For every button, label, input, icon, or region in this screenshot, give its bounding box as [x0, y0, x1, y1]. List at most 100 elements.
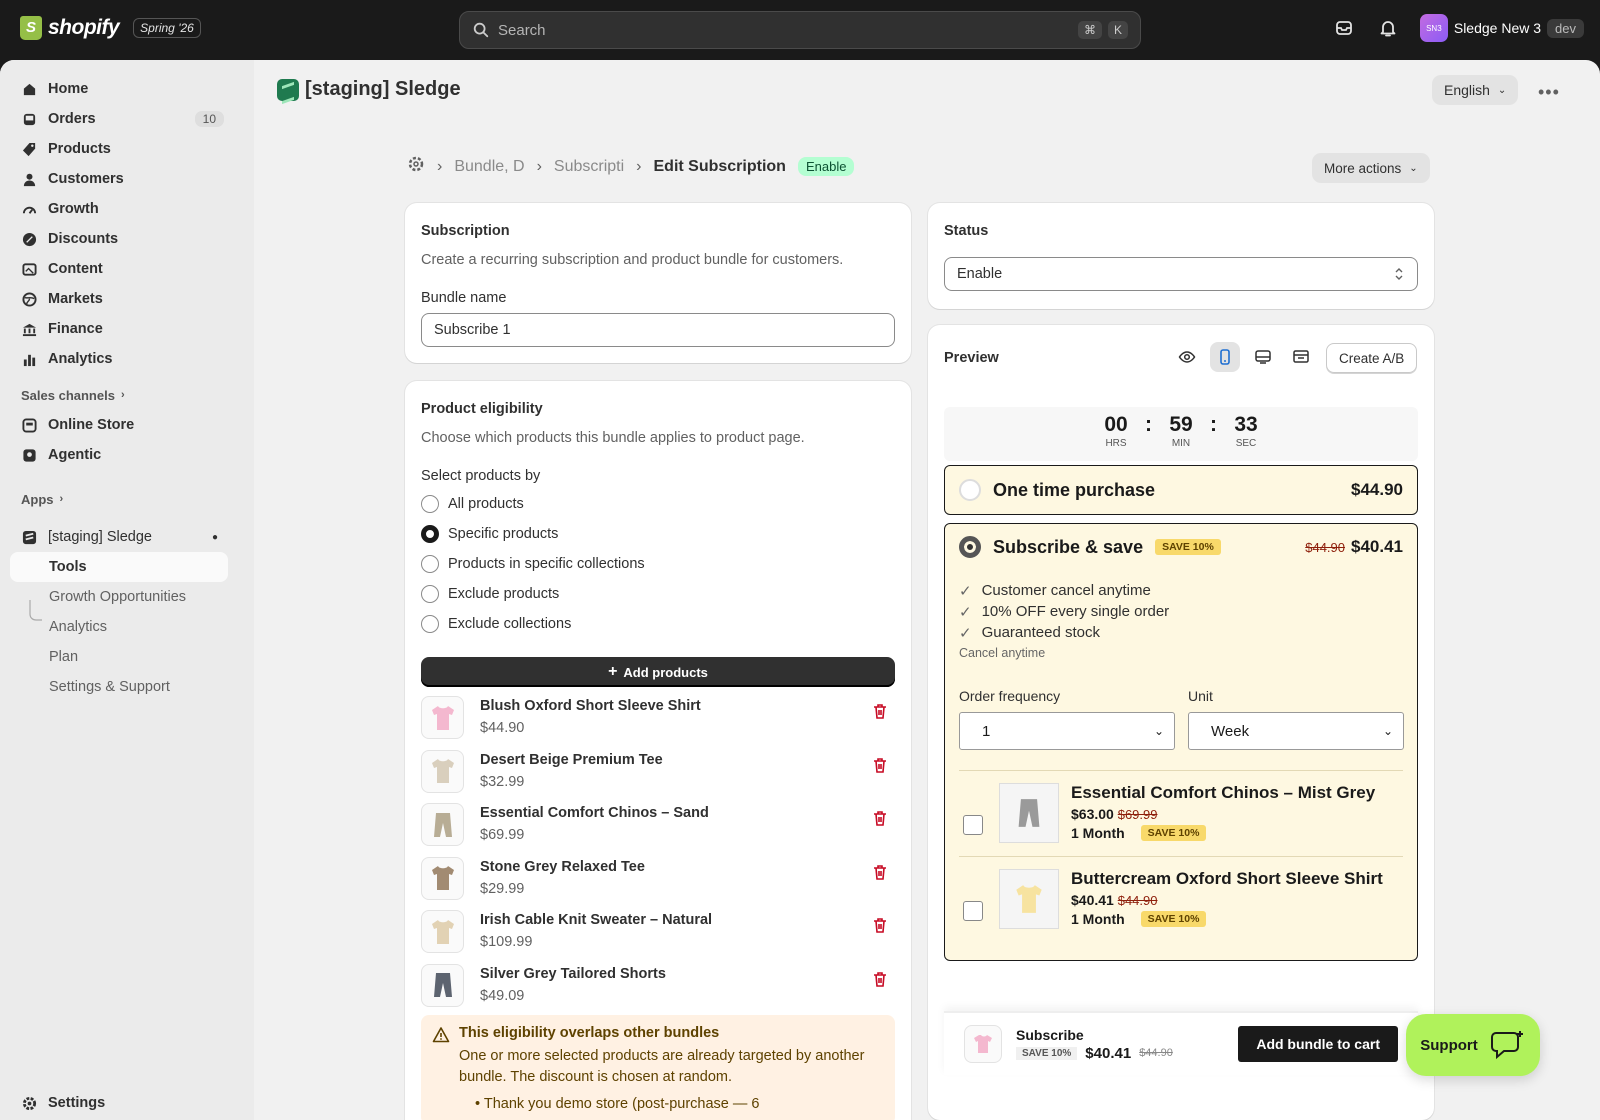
sidebar-sub-tools[interactable]: Tools — [10, 552, 228, 582]
delete-icon[interactable] — [871, 702, 889, 720]
upsell-checkbox[interactable] — [963, 815, 983, 835]
product-info: Essential Comfort Chinos – Sand $69.99 — [480, 803, 709, 843]
clothing-shape — [433, 812, 452, 837]
sledge-app-icon — [277, 78, 299, 101]
sidebar-item-content[interactable]: Content — [0, 254, 254, 284]
shopify-logo[interactable]: shopify Spring '26 — [20, 16, 201, 40]
more-actions-button[interactable]: More actions ⌄ — [1312, 153, 1430, 183]
subscribe-save-option[interactable]: Subscribe & save SAVE 10% $44.90 $40.41 … — [944, 523, 1418, 961]
radio-all-products[interactable]: All products — [421, 489, 645, 519]
sidebar-item-settings[interactable]: Settings — [0, 1088, 254, 1118]
radio-circle — [421, 585, 439, 603]
sidebar-item-agentic[interactable]: Agentic — [0, 440, 254, 470]
radio-exclude-collections[interactable]: Exclude collections — [421, 609, 645, 639]
clothing-icon — [431, 866, 454, 890]
radio-specific-collections[interactable]: Products in specific collections — [421, 549, 645, 579]
timer-minutes-value: 59 — [1169, 413, 1193, 436]
inbox-icon[interactable] — [1332, 16, 1356, 40]
sidebar-item-app[interactable]: [staging] Sledge ● — [0, 522, 254, 552]
delete-icon[interactable] — [871, 756, 889, 774]
search-bar[interactable]: Search ⌘ K — [459, 11, 1141, 49]
add-products-label: Add products — [623, 664, 708, 680]
sidebar-item-finance[interactable]: Finance — [0, 314, 254, 344]
radio-label: Specific products — [448, 526, 559, 542]
orders-icon — [21, 111, 37, 127]
product-price: $109.99 — [480, 934, 533, 950]
store-icon — [21, 417, 37, 433]
delete-icon[interactable] — [871, 916, 889, 934]
breadcrumb-bundle[interactable]: Bundle, D — [454, 158, 524, 176]
add-bundle-to-cart-button[interactable]: Add bundle to cart — [1238, 1026, 1398, 1062]
more-menu-icon[interactable]: ••• — [1538, 82, 1560, 103]
sidebar-item-customers[interactable]: Customers — [0, 164, 254, 194]
clothing-shape — [431, 705, 454, 730]
sidebar-label: Customers — [48, 171, 124, 187]
warning-list-item: • Thank you demo store (post-purchase — … — [475, 1096, 760, 1112]
sticky-price: $40.41 — [1085, 1044, 1132, 1062]
breadcrumb-subscription[interactable]: Subscripti — [554, 158, 624, 176]
sidebar-item-home[interactable]: Home — [0, 74, 254, 104]
sales-channels-header[interactable]: Sales channels › — [0, 380, 254, 410]
language-selector[interactable]: English ⌄ — [1432, 75, 1519, 105]
one-time-purchase-option[interactable]: One time purchase $44.90 — [944, 465, 1418, 515]
sidebar-item-analytics[interactable]: Analytics — [0, 344, 254, 374]
clothing-shape — [431, 866, 454, 890]
overlap-warning-banner: This eligibility overlaps other bundles … — [421, 1015, 895, 1120]
option-radio — [959, 479, 981, 501]
bell-icon[interactable] — [1376, 16, 1400, 40]
sidebar-item-discounts[interactable]: Discounts — [0, 224, 254, 254]
sidebar-sub-settings-support[interactable]: Settings & Support — [0, 672, 254, 702]
apps-header[interactable]: Apps › — [0, 484, 254, 514]
eye-icon[interactable] — [1172, 342, 1202, 372]
layout-icon[interactable] — [1286, 342, 1316, 372]
product-name: Stone Grey Relaxed Tee — [480, 858, 645, 875]
delete-icon[interactable] — [871, 863, 889, 881]
clothing-icon — [433, 973, 452, 997]
delete-icon[interactable] — [871, 970, 889, 988]
radio-exclude-products[interactable]: Exclude products — [421, 579, 645, 609]
upsell-item: Buttercream Oxford Short Sleeve Shirt $40… — [959, 856, 1403, 942]
chat-bubble-icon — [1490, 1031, 1523, 1060]
bundle-name-input[interactable]: Subscribe 1 — [421, 313, 895, 347]
store-avatar: SN3 — [1419, 14, 1448, 42]
product-row: Blush Oxford Short Sleeve Shirt $44.90 — [421, 696, 895, 748]
add-products-button[interactable]: + Add products — [421, 657, 895, 687]
version-badge: Spring '26 — [133, 18, 201, 38]
radio-specific-products[interactable]: Specific products — [421, 519, 645, 549]
status-select[interactable]: Enable — [944, 257, 1418, 291]
sidebar-sub-plan[interactable]: Plan — [0, 642, 254, 672]
sidebar-item-growth[interactable]: Growth — [0, 194, 254, 224]
frequency-select[interactable]: 1 ⌄ — [959, 712, 1175, 750]
frequency-label: Order frequency — [959, 688, 1061, 704]
tag-icon — [21, 141, 37, 157]
product-row: Essential Comfort Chinos – Sand $69.99 — [421, 803, 895, 855]
card-title: Subscription — [421, 223, 510, 239]
sidebar-item-products[interactable]: Products — [0, 134, 254, 164]
frequency-value: 1 — [982, 722, 991, 740]
product-info: Irish Cable Knit Sweater – Natural $109.9… — [480, 910, 712, 950]
mobile-icon[interactable] — [1210, 342, 1240, 372]
store-selector[interactable]: SN3 Sledge New 3 dev — [1419, 14, 1584, 42]
product-thumbnail — [421, 696, 464, 739]
check-icon: ✓ — [959, 582, 972, 600]
sidebar-item-online-store[interactable]: Online Store — [0, 410, 254, 440]
gear-breadcrumb-icon[interactable] — [407, 155, 425, 178]
sidebar-label: Growth — [48, 201, 99, 217]
chevron-down-icon: ⌄ — [1497, 84, 1507, 96]
delete-icon[interactable] — [871, 809, 889, 827]
top-bar: shopify Spring '26 Search ⌘ K SN3 Sledge… — [0, 0, 1600, 60]
content-icon — [21, 261, 37, 277]
sidebar-label: Finance — [48, 321, 103, 337]
sidebar-item-orders[interactable]: Orders 10 — [0, 104, 254, 134]
upsell-original-price: $69.99 — [1117, 807, 1158, 822]
warning-item-text[interactable]: Thank you demo store (post-purchase — 6 — [484, 1096, 760, 1112]
sidebar-item-markets[interactable]: Markets — [0, 284, 254, 314]
upsell-checkbox[interactable] — [963, 901, 983, 921]
select-products-label: Select products by — [421, 468, 541, 484]
app-icon — [21, 529, 37, 545]
create-ab-button[interactable]: Create A/B — [1326, 343, 1418, 373]
unit-select[interactable]: Week ⌄ — [1188, 712, 1404, 750]
desktop-icon[interactable] — [1248, 342, 1278, 372]
support-button[interactable]: Support — [1406, 1014, 1540, 1076]
radio-circle — [421, 615, 439, 633]
